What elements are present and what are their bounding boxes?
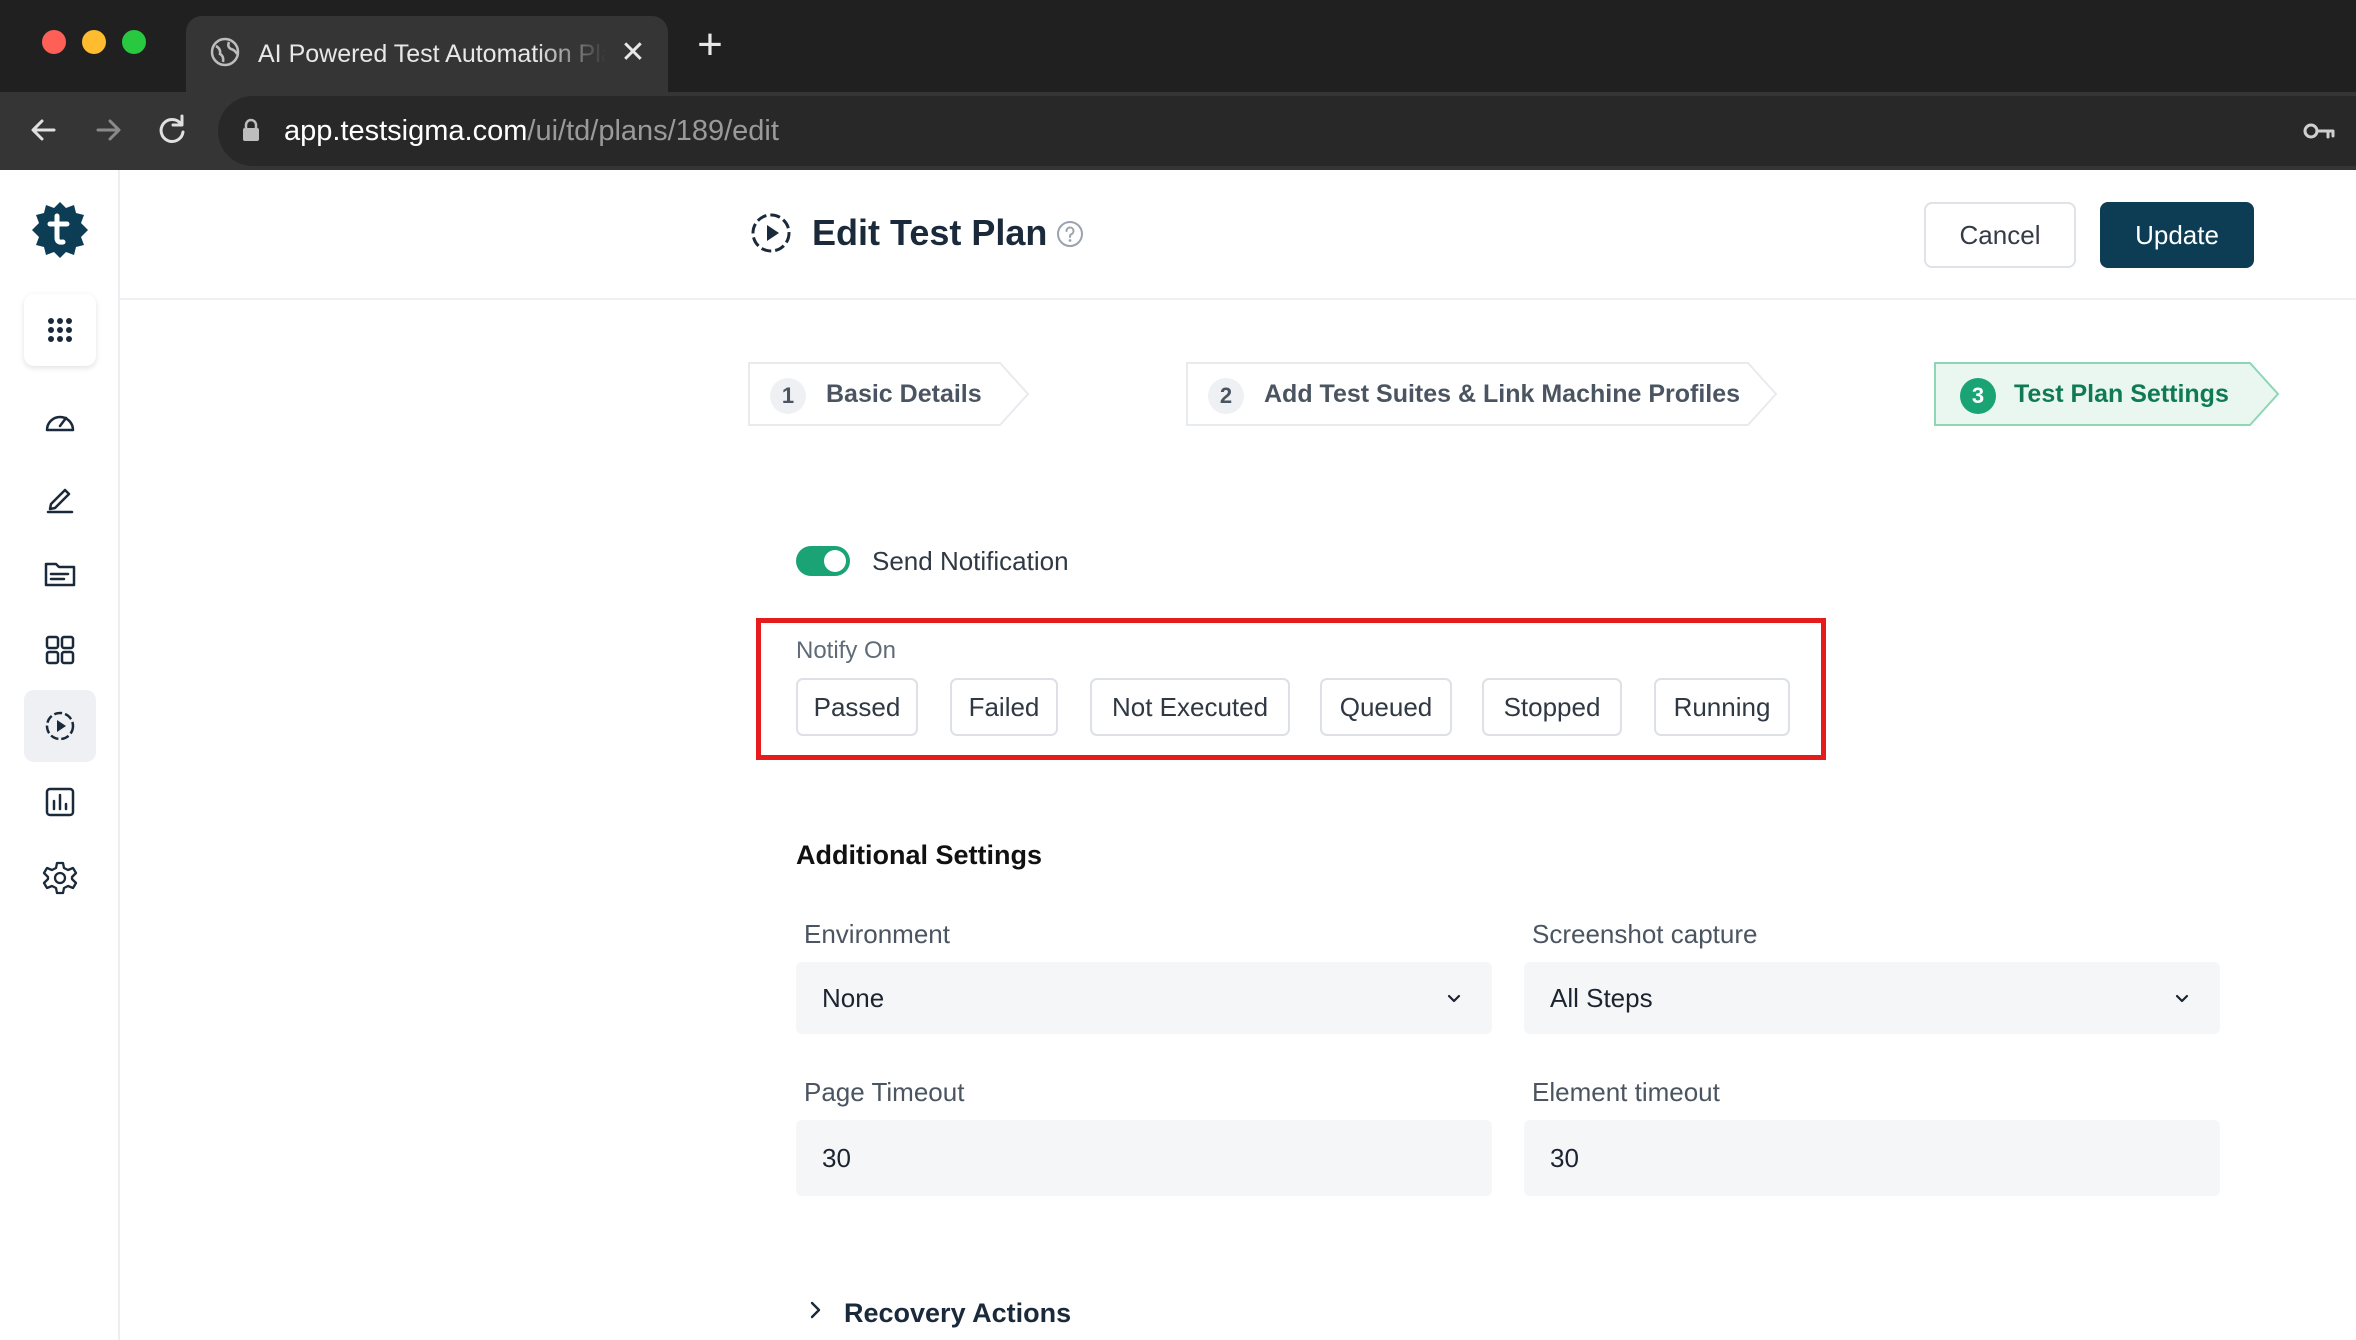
key-icon[interactable] [2302, 116, 2336, 146]
notify-option-stopped[interactable]: Stopped [1482, 678, 1622, 736]
modules-icon [45, 635, 75, 665]
chevron-down-icon [2175, 994, 2189, 1003]
dashboard-icon [45, 415, 75, 432]
notify-option-failed[interactable]: Failed [950, 678, 1058, 736]
page-timeout-value: 30 [822, 1143, 851, 1173]
lock-icon [243, 118, 259, 141]
toggle-knob [824, 550, 846, 572]
sidebar-item-settings[interactable] [24, 842, 96, 914]
step-number: 2 [1208, 378, 1244, 414]
back-icon[interactable] [22, 108, 66, 152]
step-basic-details[interactable]: 1 Basic Details [748, 362, 1030, 426]
page-header: Edit Test Plan Cancel Update [120, 170, 2356, 300]
element-timeout-label: Element timeout [1532, 1077, 1720, 1107]
send-notification-toggle[interactable] [796, 546, 850, 576]
globe-icon [210, 37, 240, 67]
sidebar-item-test-plans[interactable] [24, 690, 96, 762]
close-window-button[interactable] [42, 30, 66, 54]
update-button[interactable]: Update [2100, 202, 2254, 268]
maximize-window-button[interactable] [122, 30, 146, 54]
apps-grid-button[interactable] [24, 294, 96, 366]
environment-label: Environment [804, 919, 950, 949]
reports-icon [45, 787, 75, 817]
url-host: app.testsigma.com [284, 115, 528, 147]
browser-chrome: AI Powered Test Automation Platform ✕ + … [0, 0, 2356, 170]
step-add-test-suites[interactable]: 2 Add Test Suites & Link Machine Profile… [1186, 362, 1778, 426]
sidebar-item-modules[interactable] [24, 614, 96, 686]
notify-option-not-executed[interactable]: Not Executed [1090, 678, 1290, 736]
send-notification-label: Send Notification [872, 546, 1069, 576]
minimize-window-button[interactable] [82, 30, 106, 54]
close-tab-icon[interactable]: ✕ [618, 38, 648, 68]
recovery-actions-toggle[interactable]: Recovery Actions [844, 1294, 1071, 1332]
folder-icon [44, 562, 76, 587]
environment-value: None [822, 983, 885, 1013]
element-timeout-value: 30 [1550, 1143, 1579, 1173]
reload-icon[interactable] [150, 108, 194, 152]
browser-tab[interactable]: AI Powered Test Automation Platform ✕ [186, 16, 668, 92]
notify-option-passed[interactable]: Passed [796, 678, 918, 736]
notify-option-running[interactable]: Running [1654, 678, 1790, 736]
additional-settings-title: Additional Settings [796, 840, 1042, 870]
tab-title: AI Powered Test Automation Platform [258, 40, 606, 68]
sidebar-item-reports[interactable] [24, 766, 96, 838]
step-label: Add Test Suites & Link Machine Profiles [1264, 380, 1741, 408]
new-tab-icon[interactable]: + [692, 23, 728, 67]
step-test-plan-settings[interactable]: 3 Test Plan Settings [1934, 362, 2280, 426]
element-timeout-input[interactable]: 30 [1524, 1120, 2220, 1196]
chevron-right-icon[interactable] [806, 1298, 826, 1322]
url-path: /ui/td/plans/189/edit [527, 115, 779, 147]
settings-icon [42, 861, 78, 895]
page-timeout-input[interactable]: 30 [796, 1120, 1492, 1196]
page-timeout-label: Page Timeout [804, 1077, 965, 1107]
edit-icon [46, 488, 74, 514]
step-number: 1 [770, 378, 806, 414]
notify-on-label: Notify On [796, 637, 897, 664]
environment-select[interactable]: None [796, 962, 1492, 1034]
sidebar-item-test-cases[interactable] [24, 462, 96, 534]
notify-option-queued[interactable]: Queued [1320, 678, 1452, 736]
apps-grid-icon [48, 318, 72, 342]
address-bar[interactable]: app.testsigma.com/ui/td/plans/189/edit [218, 96, 2356, 166]
app-sidebar [0, 170, 120, 1340]
screenshot-capture-select[interactable]: All Steps [1524, 962, 2220, 1034]
sidebar-item-test-data[interactable] [24, 538, 96, 610]
test-plan-icon [45, 711, 75, 741]
screenshot-capture-label: Screenshot capture [1532, 919, 1758, 949]
url-text: app.testsigma.com/ui/td/plans/189/edit [284, 112, 779, 150]
step-number: 3 [1960, 378, 1996, 414]
tab-strip: AI Powered Test Automation Platform ✕ + [0, 0, 2356, 92]
sidebar-item-dashboard[interactable] [24, 386, 96, 458]
step-label: Test Plan Settings [2014, 380, 2229, 408]
test-plan-icon [751, 213, 791, 253]
chevron-down-icon [1447, 994, 1461, 1003]
browser-toolbar: app.testsigma.com/ui/td/plans/189/edit [0, 92, 2356, 170]
forward-icon[interactable] [86, 108, 130, 152]
cancel-button[interactable]: Cancel [1924, 202, 2076, 268]
testsigma-logo[interactable] [30, 200, 90, 260]
step-label: Basic Details [826, 380, 982, 408]
page-title: Edit Test Plan [812, 212, 1048, 253]
help-icon[interactable] [1056, 220, 1084, 248]
screenshot-capture-value: All Steps [1550, 983, 1653, 1013]
